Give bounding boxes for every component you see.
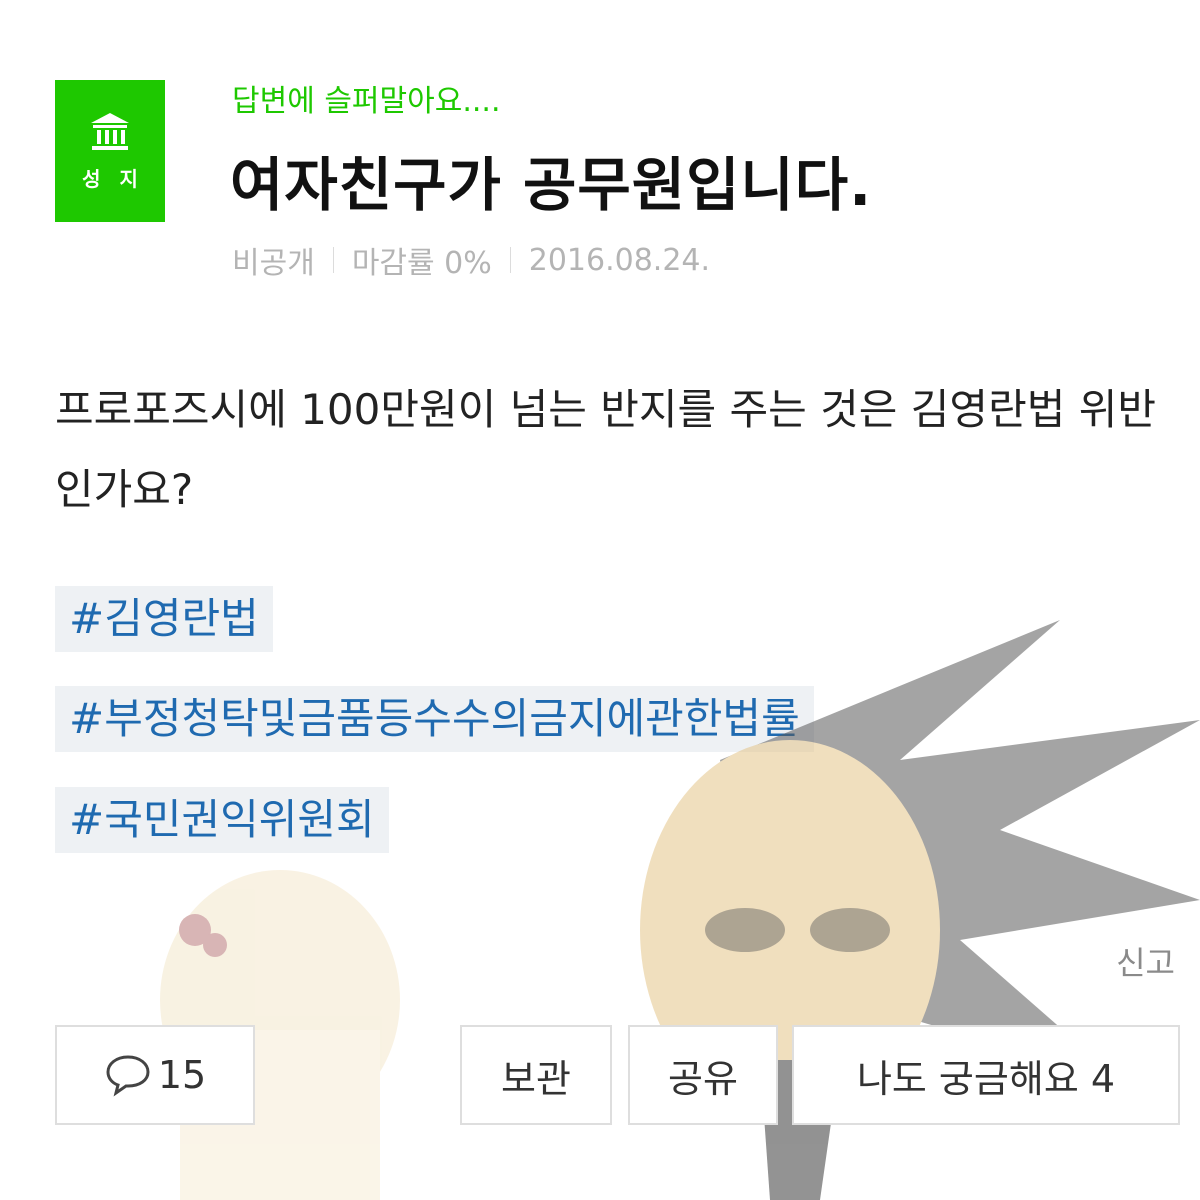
meta-divider <box>332 247 334 273</box>
question-body: 프로포즈시에 100만원이 넘는 반지를 주는 것은 김영란법 위반인가요? <box>55 385 1156 514</box>
landmark-icon <box>91 112 129 150</box>
badge-label: 성 지 <box>82 166 144 191</box>
meta-divider <box>509 247 511 273</box>
question-title: 여자친구가 공무원입니다. <box>230 151 873 219</box>
question-meta: 비공개 마감률 0% 2016.08.24. <box>232 238 710 282</box>
curious-button[interactable]: 나도 궁금해요 4 <box>792 1025 1180 1125</box>
report-link[interactable]: 신고 <box>1116 938 1175 984</box>
speech-bubble-icon <box>106 1055 150 1097</box>
comment-count: 15 <box>157 1053 207 1097</box>
save-button[interactable]: 보관 <box>460 1025 612 1125</box>
share-button[interactable]: 공유 <box>628 1025 778 1125</box>
category-link[interactable]: 답변에 슬퍼말아요.... <box>232 76 500 120</box>
visibility-label: 비공개 <box>232 246 315 281</box>
comment-button[interactable]: 15 <box>55 1025 255 1125</box>
hashtag[interactable]: #부정청탁및금품등수수의금지에관한법률 <box>55 686 814 752</box>
post-date: 2016.08.24. <box>528 242 711 278</box>
deadline-rate: 마감률 0% <box>351 246 492 281</box>
hashtag[interactable]: #김영란법 <box>55 586 273 652</box>
hashtag[interactable]: #국민권익위원회 <box>55 787 389 853</box>
category-badge: 성 지 <box>55 80 165 222</box>
